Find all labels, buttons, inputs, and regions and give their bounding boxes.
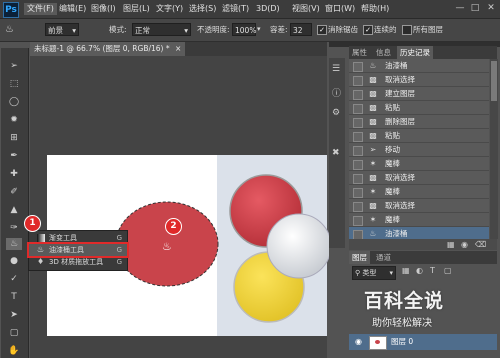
history-state-checkbox[interactable]: [353, 90, 363, 100]
history-panel-tabs: 属性 信息 历史记录: [349, 46, 497, 59]
step-badge-1: 1: [24, 215, 41, 232]
history-item-label: 魔棒: [385, 215, 400, 224]
history-state-checkbox[interactable]: [353, 174, 363, 184]
flyout-shortcut: G: [116, 258, 122, 266]
tool-flyout-menu: 渐变工具 G ♨ 油漆桶工具 G ♦ 3D 材质拖放工具 G: [27, 230, 129, 271]
adjust-panel-icon[interactable]: ⚙: [332, 108, 340, 118]
history-item-label: 建立图层: [385, 89, 415, 98]
history-step-icon: ▩: [369, 75, 377, 84]
search-icon: ⚲: [355, 269, 361, 277]
tab-channels[interactable]: 通道: [373, 251, 394, 264]
history-panel-icon[interactable]: ☰: [332, 64, 340, 74]
tab-layers[interactable]: 图层: [349, 251, 370, 264]
tab-properties[interactable]: 属性: [349, 46, 370, 59]
history-item-label: 取消选择: [385, 201, 415, 210]
history-item-label: 移动: [385, 145, 400, 154]
chevron-down-icon: ▾: [389, 269, 393, 277]
history-item[interactable]: ♨ 油漆桶: [349, 59, 489, 73]
magic-wand-icon: ✶: [369, 159, 377, 168]
history-step-icon: ▩: [369, 201, 377, 210]
history-state-checkbox[interactable]: [353, 188, 363, 198]
magic-wand-icon: ✶: [369, 187, 377, 196]
history-state-checkbox[interactable]: [353, 216, 363, 226]
paint-bucket-icon: ♨: [37, 245, 45, 254]
flyout-item-3d-material[interactable]: ♦ 3D 材质拖放工具 G: [29, 256, 127, 268]
move-icon: ➢: [369, 145, 377, 154]
gradient-icon: [37, 234, 45, 242]
history-item[interactable]: ▩ 粘贴: [349, 129, 489, 143]
history-item-label: 取消选择: [385, 173, 415, 182]
history-item[interactable]: ➢ 移动: [349, 143, 489, 157]
history-item[interactable]: ▩ 粘贴: [349, 101, 489, 115]
flyout-shortcut: G: [116, 246, 122, 254]
history-list: ♨ 油漆桶 ▩ 取消选择 ▩ 建立图层 ▩ 粘贴 ▩ 删除图层 ▩ 粘贴 ➢ 移动 ✶ 魔棒 ▩…: [349, 59, 489, 241]
watermark-subtitle: 助你轻松解决: [372, 318, 432, 329]
history-step-icon: ▩: [369, 117, 377, 126]
history-item-label: 取消选择: [385, 75, 415, 84]
history-item[interactable]: ✶ 魔棒: [349, 213, 489, 227]
layer-filter-select[interactable]: ⚲ 类型 ▾: [352, 266, 396, 280]
history-item-label: 粘贴: [385, 131, 400, 140]
collapsed-panel-icons: ☰ ⓘ ⚙ ✖: [329, 58, 345, 248]
flyout-shortcut: G: [116, 234, 122, 242]
history-item-label: 删除图层: [385, 117, 415, 126]
filter-adjust-icon[interactable]: ◐: [416, 266, 423, 275]
cursor-icon: ♨: [162, 240, 172, 253]
trash-icon[interactable]: ⌫: [475, 239, 486, 250]
history-item[interactable]: ▩ 取消选择: [349, 73, 489, 87]
history-state-checkbox[interactable]: [353, 132, 363, 142]
magic-wand-icon: ✶: [369, 215, 377, 224]
paint-bucket-icon: ♨: [369, 229, 377, 238]
history-step-icon: ▩: [369, 131, 377, 140]
thumbnail-red-dot: [375, 340, 380, 344]
history-item[interactable]: ▩ 取消选择: [349, 171, 489, 185]
history-item[interactable]: ▩ 建立图层: [349, 87, 489, 101]
flyout-label: 3D 材质拖放工具: [49, 258, 104, 266]
history-step-icon: ▩: [369, 103, 377, 112]
history-step-icon: ▩: [369, 173, 377, 182]
layer-name: 图层 0: [391, 337, 414, 346]
layer-filter-value: 类型: [362, 269, 377, 277]
tools-panel-icon[interactable]: ✖: [332, 148, 340, 158]
flyout-item-gradient[interactable]: 渐变工具 G: [29, 232, 127, 244]
history-state-checkbox[interactable]: [353, 146, 363, 156]
filter-pixel-icon[interactable]: ▦: [402, 266, 410, 275]
filter-type-icon[interactable]: T: [430, 266, 435, 275]
history-state-checkbox[interactable]: [353, 62, 363, 72]
history-scroll-thumb[interactable]: [491, 61, 497, 101]
tab-history[interactable]: 历史记录: [397, 46, 433, 59]
layers-panel-tabs: 图层 通道: [349, 251, 497, 264]
history-state-checkbox[interactable]: [353, 202, 363, 212]
3d-material-drop-icon: ♦: [37, 257, 45, 266]
paint-bucket-icon: ♨: [369, 61, 377, 70]
snapshot-icon[interactable]: ◉: [461, 239, 468, 250]
white-sphere-photo: [266, 213, 332, 279]
eye-icon[interactable]: ◉: [355, 337, 362, 346]
history-item[interactable]: ✶ 魔棒: [349, 157, 489, 171]
history-state-checkbox[interactable]: [353, 118, 363, 128]
layer-row[interactable]: ◉ 图层 0: [349, 334, 497, 350]
history-item[interactable]: ▩ 删除图层: [349, 115, 489, 129]
history-item-label: 魔棒: [385, 159, 400, 168]
history-item[interactable]: ✶ 魔棒: [349, 185, 489, 199]
watermark-title: 百科全说: [364, 290, 445, 312]
tab-info[interactable]: 信息: [373, 46, 394, 59]
new-document-icon[interactable]: ▦: [447, 239, 455, 250]
history-item-label: 油漆桶: [385, 61, 408, 70]
history-item[interactable]: ▩ 取消选择: [349, 199, 489, 213]
watermark: 百科全说 助你轻松解决: [356, 286, 496, 330]
history-panel-footer: ▦ ◉ ⌫: [349, 239, 497, 250]
history-state-checkbox[interactable]: [353, 104, 363, 114]
history-state-checkbox[interactable]: [353, 76, 363, 86]
history-step-icon: ▩: [369, 89, 377, 98]
info-panel-icon[interactable]: ⓘ: [332, 86, 341, 99]
history-item-label: 魔棒: [385, 187, 400, 196]
filter-shape-icon[interactable]: ▢: [444, 266, 452, 275]
history-state-checkbox[interactable]: [353, 160, 363, 170]
flyout-label: 渐变工具: [49, 234, 77, 242]
flyout-item-paint-bucket[interactable]: ♨ 油漆桶工具 G: [27, 242, 129, 258]
step-badge-2: 2: [165, 218, 182, 235]
flyout-label: 油漆桶工具: [49, 246, 84, 254]
history-item-label: 粘贴: [385, 103, 400, 112]
